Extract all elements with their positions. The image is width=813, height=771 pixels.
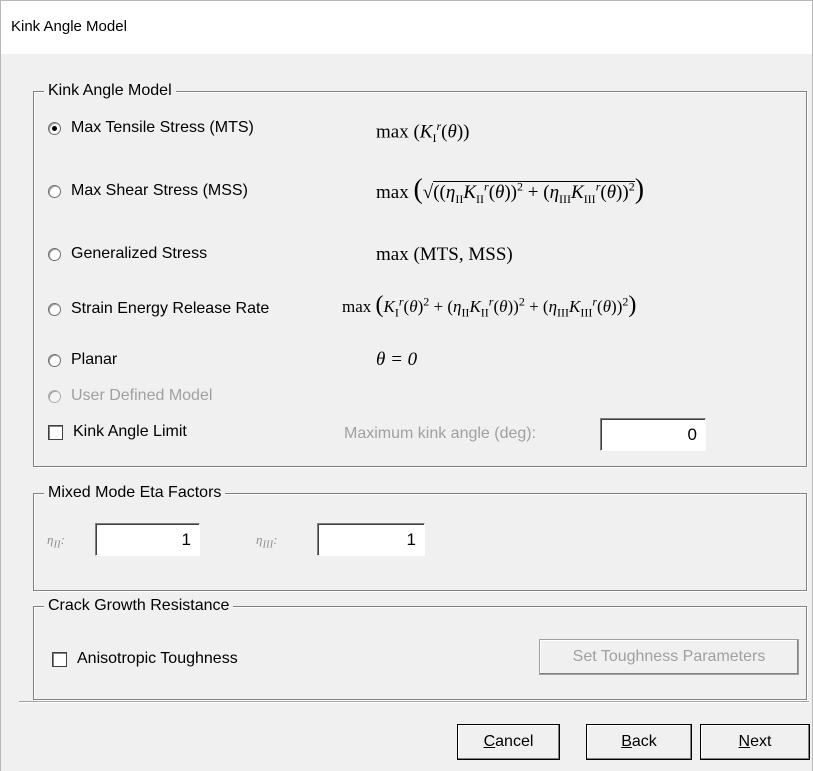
user-defined-radio[interactable] xyxy=(48,389,61,403)
set-toughness-parameters-button[interactable]: Set Toughness Parameters xyxy=(539,639,799,675)
kink-angle-limit-label: Kink Angle Limit xyxy=(73,423,187,440)
mss-formula: max (√((ηIIKIIr(θ))2 + (ηIIIKIIIr(θ))2) xyxy=(376,174,645,206)
back-button[interactable]: Back xyxy=(586,724,692,760)
generalized-formula: max (MTS, MSS) xyxy=(376,244,513,265)
dialog-body: Kink Angle Model Max Tensile Stress (MTS… xyxy=(0,54,813,771)
anisotropic-toughness[interactable]: Anisotropic Toughness xyxy=(52,650,238,668)
anisotropic-toughness-label: Anisotropic Toughness xyxy=(77,650,238,667)
serr-radio[interactable] xyxy=(48,302,61,316)
mss-label: Max Shear Stress (MSS) xyxy=(71,182,248,199)
cancel-button[interactable]: Cancel xyxy=(457,724,560,760)
mts-formula: max (KIr(θ)) xyxy=(376,119,470,146)
option-serr[interactable]: Strain Energy Release Rate xyxy=(48,300,269,318)
eta-factors-legend: Mixed Mode Eta Factors xyxy=(44,484,226,502)
next-button[interactable]: Next xyxy=(700,724,810,760)
option-user-defined[interactable]: User Defined Model xyxy=(48,387,212,405)
serr-formula: max (KIr(θ)2 + (ηIIKIIr(θ))2 + (ηIIIKIII… xyxy=(342,292,637,320)
max-kink-angle-label: Maximum kink angle (deg): xyxy=(344,425,537,442)
kink-angle-model-legend: Kink Angle Model xyxy=(44,82,176,100)
crack-growth-group: Crack Growth Resistance Anisotropic Toug… xyxy=(33,597,807,700)
window-title-bar: Kink Angle Model xyxy=(0,0,813,54)
planar-label: Planar xyxy=(71,351,118,368)
eta-iii-input[interactable]: 1 xyxy=(317,523,425,556)
user-defined-label: User Defined Model xyxy=(71,387,213,404)
kink-angle-model-group: Kink Angle Model Max Tensile Stress (MTS… xyxy=(33,82,807,467)
option-mss[interactable]: Max Shear Stress (MSS) xyxy=(48,182,248,200)
anisotropic-toughness-checkbox[interactable] xyxy=(52,651,67,667)
option-planar[interactable]: Planar xyxy=(48,351,117,369)
crack-growth-legend: Crack Growth Resistance xyxy=(44,597,234,615)
eta-ii-input[interactable]: 1 xyxy=(95,523,200,556)
max-kink-angle-input[interactable]: 0 xyxy=(600,418,706,451)
mss-radio[interactable] xyxy=(48,184,61,198)
eta-iii-label: ηIII: xyxy=(256,532,278,551)
mts-label: Max Tensile Stress (MTS) xyxy=(71,119,254,136)
serr-label: Strain Energy Release Rate xyxy=(71,300,270,317)
generalized-radio[interactable] xyxy=(48,247,61,261)
kink-angle-limit[interactable]: Kink Angle Limit xyxy=(48,423,187,441)
planar-radio[interactable] xyxy=(48,353,61,367)
option-generalized[interactable]: Generalized Stress xyxy=(48,245,207,263)
kink-angle-limit-checkbox[interactable] xyxy=(48,424,63,440)
eta-ii-label: ηII: xyxy=(47,532,66,551)
separator xyxy=(19,701,809,703)
generalized-label: Generalized Stress xyxy=(71,245,208,262)
option-mts[interactable]: Max Tensile Stress (MTS) xyxy=(48,119,254,137)
window-title: Kink Angle Model xyxy=(11,18,127,35)
planar-formula: θ = 0 xyxy=(376,349,418,370)
eta-factors-group: Mixed Mode Eta Factors ηII: 1 ηIII: 1 xyxy=(33,484,807,591)
mts-radio[interactable] xyxy=(48,121,61,135)
